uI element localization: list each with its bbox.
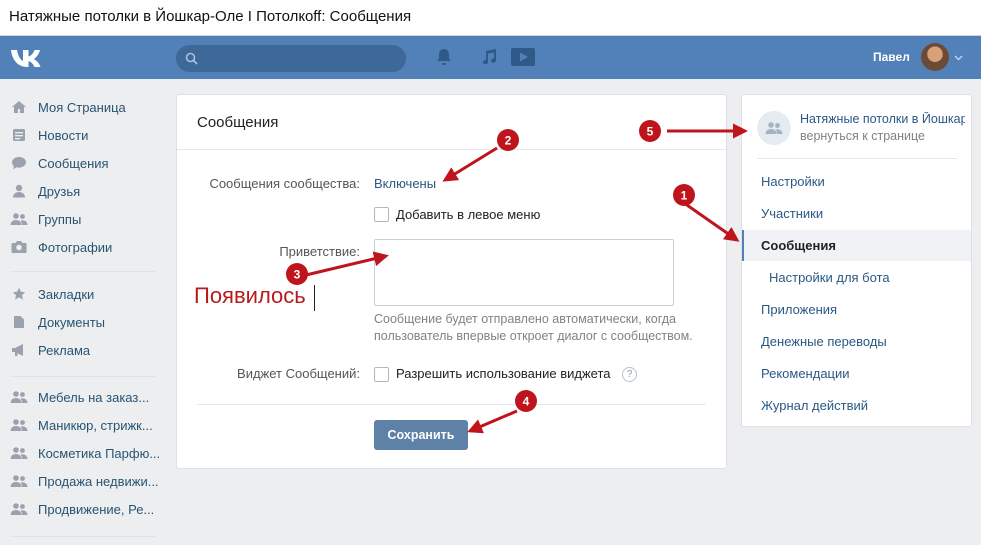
community-settings-menu: Натяжные потолки в Йошкар-Оле вернуться … [741,94,972,427]
help-icon[interactable]: ? [622,367,637,382]
nav-item-group[interactable]: Продажа недвижи... [10,471,160,491]
divider [757,158,957,159]
nav-divider [10,536,156,537]
nav-item-my-page[interactable]: Моя Страница [10,97,160,117]
nav-item-messages[interactable]: Сообщения [10,153,160,173]
community-messages-label: Сообщения сообщества: [209,176,360,191]
nav-item-group[interactable]: Маникюр, стрижк... [10,415,160,435]
greeting-textarea[interactable] [374,239,674,306]
nav-divider [10,271,156,272]
greeting-label: Приветствие: [279,244,360,259]
nav-item-group[interactable]: Продвижение, Ре... [10,499,160,519]
video-icon[interactable] [511,47,535,67]
menu-item-bot-settings[interactable]: Настройки для бота [742,262,971,293]
group-name-link[interactable]: Натяжные потолки в Йошкар-Оле [800,112,965,126]
text-caret [314,285,315,311]
menu-item-members[interactable]: Участники [742,198,971,229]
save-button[interactable]: Сохранить [374,420,468,450]
users-icon [10,418,28,432]
page-title: Сообщения [197,114,279,131]
megaphone-icon [10,343,28,357]
add-to-menu-checkbox[interactable] [374,207,389,222]
nav-divider [10,376,156,377]
bell-icon[interactable] [436,48,452,66]
vk-logo[interactable] [10,46,44,68]
divider [197,404,706,405]
menu-item-settings[interactable]: Настройки [742,166,971,197]
menu-item-recommendations[interactable]: Рекомендации [742,358,971,389]
news-icon [10,128,28,142]
nav-item-group[interactable]: Мебель на заказ... [10,387,160,407]
greeting-hint: Сообщение будет отправлено автоматически… [374,312,693,343]
users-icon [10,502,28,516]
browser-titlebar: Натяжные потолки в Йошкар-Оле I Потолкof… [0,0,981,36]
widget-checkbox[interactable] [374,367,389,382]
menu-item-apps[interactable]: Приложения [742,294,971,325]
users-icon [10,390,28,404]
menu-item-money-transfers[interactable]: Денежные переводы [742,326,971,357]
search-input[interactable] [176,45,406,72]
users-icon [765,122,783,134]
messages-settings-card: Сообщения Сообщения сообщества: Включены… [176,94,727,469]
chevron-down-icon[interactable] [954,55,963,61]
camera-icon [10,240,28,254]
group-avatar[interactable] [757,111,791,145]
menu-item-action-log[interactable]: Журнал действий [742,390,971,421]
browser-title: Натяжные потолки в Йошкар-Оле I Потолкof… [9,8,412,25]
top-header: Павел [0,36,981,79]
nav-item-ads[interactable]: Реклама [10,340,160,360]
nav-item-friends[interactable]: Друзья [10,181,160,201]
menu-item-messages[interactable]: Сообщения [742,230,971,261]
avatar[interactable] [921,43,949,71]
messages-status-link[interactable]: Включены [374,176,436,191]
back-to-page-link[interactable]: вернуться к странице [800,129,925,143]
users-icon [10,446,28,460]
nav-item-group[interactable]: Косметика Парфю... [10,443,160,463]
music-icon[interactable] [480,48,498,66]
user-icon [10,184,28,198]
widget-option-label[interactable]: Разрешить использование виджета [396,366,610,381]
search-icon [185,52,198,65]
chat-icon [10,156,28,170]
users-icon [10,212,28,226]
nav-item-bookmarks[interactable]: Закладки [10,284,160,304]
add-to-menu-label[interactable]: Добавить в левое меню [396,207,540,222]
users-icon [10,474,28,488]
annotation-appeared-text: Появилось [194,283,306,308]
nav-item-photos[interactable]: Фотографии [10,237,160,257]
widget-label: Виджет Сообщений: [237,366,360,381]
nav-item-groups[interactable]: Группы [10,209,160,229]
nav-item-documents[interactable]: Документы [10,312,160,332]
home-icon [10,100,28,114]
divider [177,149,726,150]
document-icon [10,315,28,329]
nav-item-news[interactable]: Новости [10,125,160,145]
user-name[interactable]: Павел [873,50,910,64]
star-icon [10,287,28,301]
